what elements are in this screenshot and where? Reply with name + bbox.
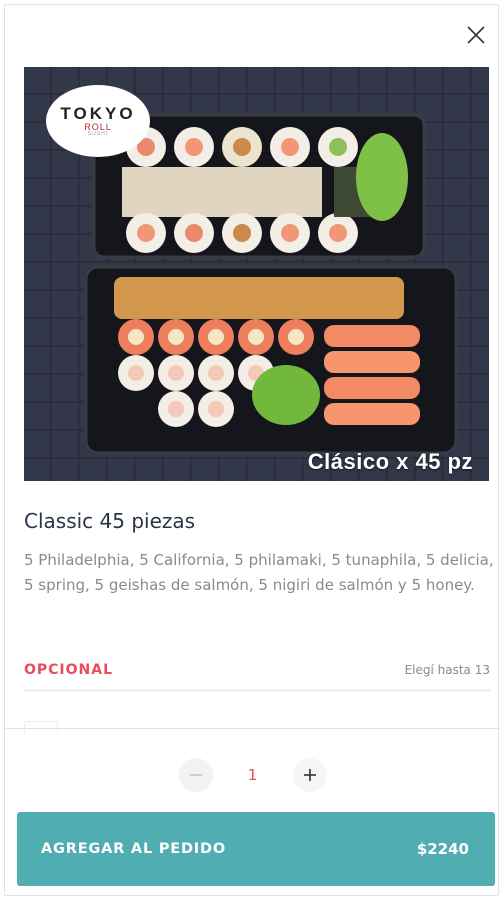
product-description: 5 Philadelphia, 5 California, 5 philamak… bbox=[24, 551, 494, 594]
product-modal: TOKYO ROLL SUSHI Clásico x 45 pz Classic… bbox=[4, 4, 500, 896]
logo-sub: SUSHI bbox=[87, 131, 109, 138]
optional-badge: OPCIONAL bbox=[24, 662, 114, 678]
option-item-peek[interactable] bbox=[24, 721, 58, 733]
divider bbox=[24, 689, 490, 692]
options-header: OPCIONAL Elegí hasta 13 bbox=[24, 656, 490, 684]
choose-limit-text: Elegí hasta 13 bbox=[404, 663, 490, 677]
plus-icon bbox=[303, 769, 316, 781]
product-title: Classic 45 piezas bbox=[24, 509, 196, 533]
decrease-quantity-button[interactable] bbox=[178, 758, 213, 792]
add-to-order-label: AGREGAR AL PEDIDO bbox=[41, 841, 226, 857]
minus-icon bbox=[189, 774, 202, 776]
footer-divider bbox=[5, 728, 500, 729]
logo-wordmark: TOKYO bbox=[60, 103, 136, 123]
image-caption: Clásico x 45 pz bbox=[307, 449, 473, 474]
close-icon bbox=[467, 26, 485, 44]
increase-quantity-button[interactable] bbox=[292, 758, 327, 792]
quantity-value: 1 bbox=[247, 766, 258, 784]
add-to-order-button[interactable]: AGREGAR AL PEDIDO $2240 bbox=[17, 812, 495, 886]
order-price: $2240 bbox=[416, 840, 469, 858]
restaurant-logo: TOKYO ROLL SUSHI bbox=[46, 85, 150, 157]
quantity-stepper: 1 bbox=[5, 757, 500, 793]
product-image: TOKYO ROLL SUSHI Clásico x 45 pz bbox=[24, 67, 489, 481]
close-button[interactable] bbox=[462, 21, 490, 49]
